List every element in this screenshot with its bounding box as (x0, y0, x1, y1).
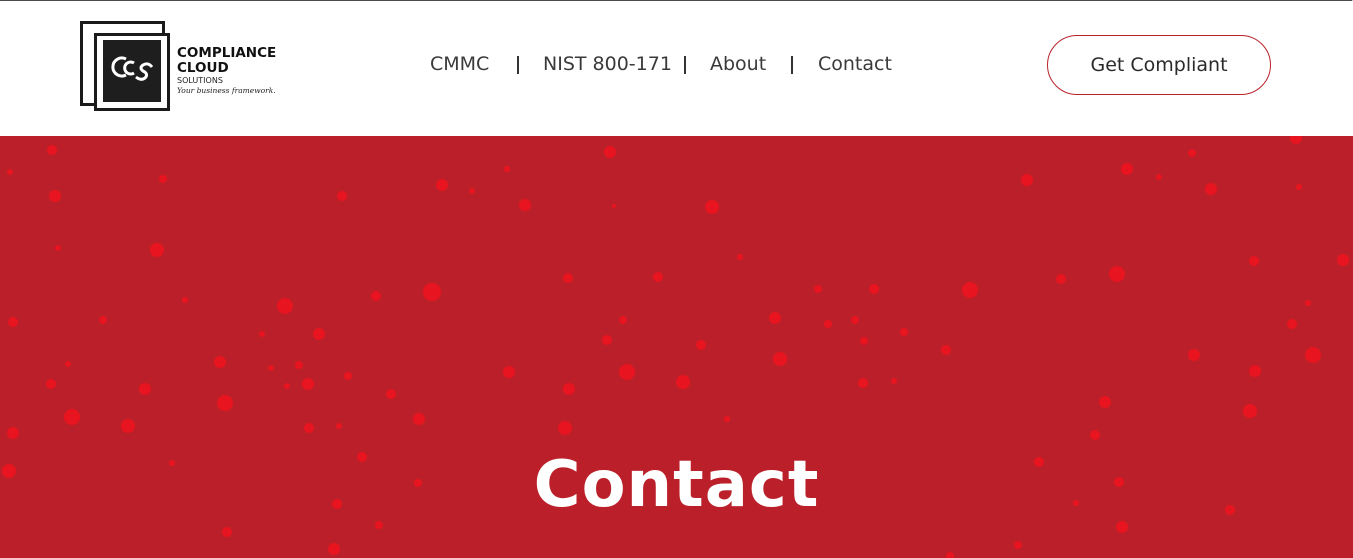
hero-banner: Contact (0, 136, 1353, 558)
brand-tagline: Your business framework. (177, 86, 276, 95)
page-title: Contact (533, 448, 820, 522)
nav-separator (791, 56, 793, 74)
site-header: COMPLIANCE CLOUD SOLUTIONS Your business… (0, 1, 1353, 136)
nav-item-about[interactable]: About (710, 53, 766, 75)
nav-separator (684, 56, 686, 74)
nav-item-nist[interactable]: NIST 800-171 (543, 53, 672, 75)
nav-item-contact[interactable]: Contact (818, 53, 892, 75)
nav-separator (517, 56, 519, 74)
get-compliant-button[interactable]: Get Compliant (1047, 35, 1271, 95)
brand-name-line3: SOLUTIONS (177, 76, 223, 85)
nav-item-cmmc[interactable]: CMMC (430, 53, 489, 75)
